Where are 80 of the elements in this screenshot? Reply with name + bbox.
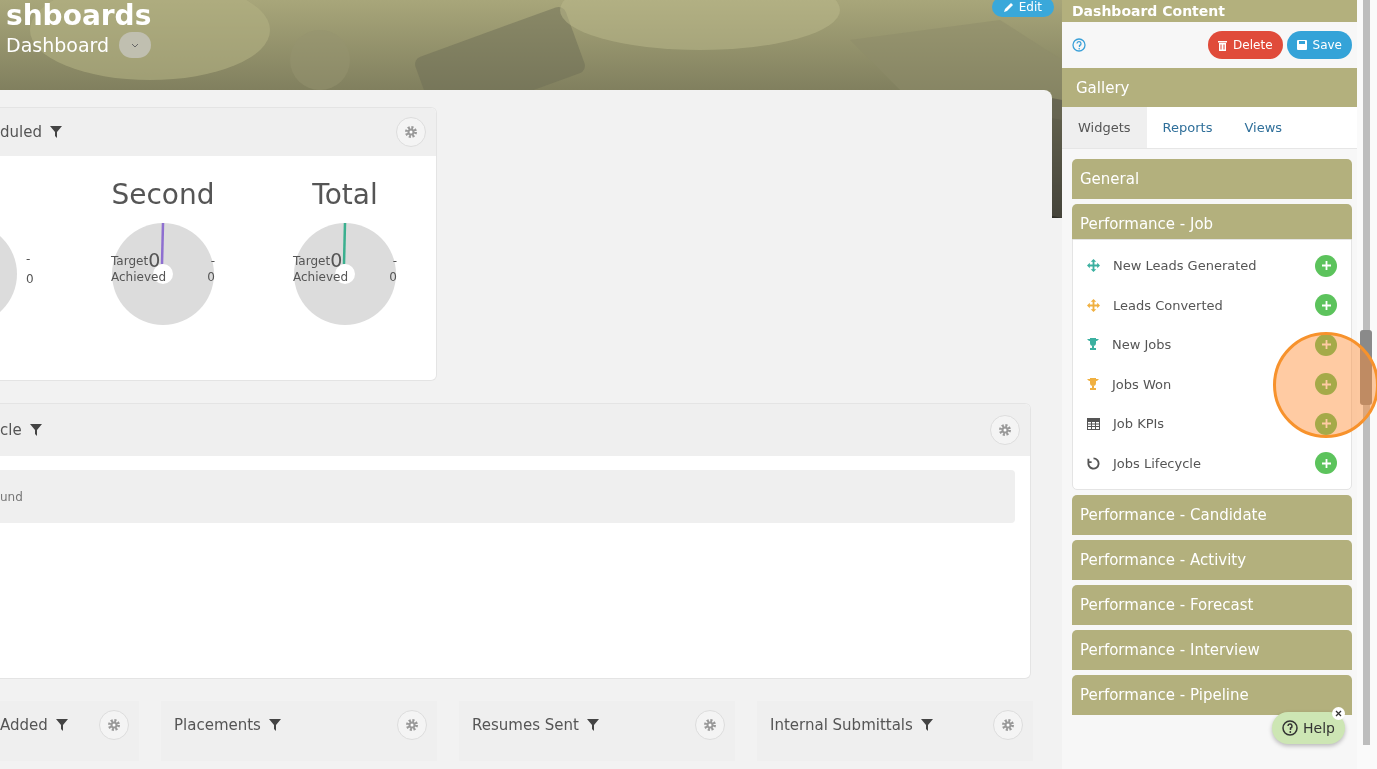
- save-button[interactable]: Save: [1286, 31, 1352, 59]
- target-label: Target: [293, 254, 331, 268]
- settings-button[interactable]: [695, 710, 725, 740]
- widget-name: New Jobs: [1112, 337, 1173, 353]
- accordion-header[interactable]: Performance - Candidate: [1072, 495, 1352, 535]
- settings-button[interactable]: [993, 710, 1023, 740]
- close-icon: [1335, 710, 1342, 717]
- gallery-tab[interactable]: Widgets: [1062, 107, 1147, 148]
- accordion-header[interactable]: Performance - Activity: [1072, 540, 1352, 580]
- gear-icon: [703, 718, 717, 732]
- widget-title: Internal Submittals: [770, 716, 913, 734]
- dashboard-name: Dashboard: [6, 34, 110, 56]
- delete-button[interactable]: Delete: [1208, 31, 1283, 59]
- filter-icon[interactable]: [920, 719, 933, 731]
- gear-icon: [405, 718, 419, 732]
- target-label: Target: [111, 254, 149, 268]
- widget-title: Added: [0, 716, 48, 734]
- gear-icon: [1001, 718, 1015, 732]
- achieved-label: Achieved: [111, 270, 168, 284]
- settings-button[interactable]: [396, 117, 426, 147]
- widget-name: New Leads Generated: [1113, 258, 1258, 274]
- help-icon: [1282, 720, 1298, 736]
- plus-icon: [1321, 261, 1331, 271]
- caret-icon: [131, 42, 140, 48]
- filter-icon[interactable]: [29, 424, 42, 436]
- gauge-value: 0: [330, 252, 344, 268]
- plus-icon: [1321, 340, 1331, 350]
- scrollbar[interactable]: [1357, 0, 1377, 769]
- add-button[interactable]: [1315, 373, 1337, 396]
- plus-icon: [1321, 419, 1331, 429]
- filter-icon[interactable]: [268, 719, 281, 731]
- panel-title: Dashboard Content: [1072, 3, 1225, 19]
- gear-icon: [998, 423, 1012, 437]
- help-button[interactable]: Help: [1272, 712, 1345, 744]
- accordion-header[interactable]: Performance - Interview: [1072, 630, 1352, 670]
- gauge-title: Total: [312, 178, 378, 213]
- widget-title: duled: [0, 123, 42, 141]
- widget-name: Job KPIs: [1113, 416, 1166, 432]
- widget-name: Leads Converted: [1113, 297, 1224, 313]
- settings-button[interactable]: [397, 710, 427, 740]
- plus-icon: [1321, 379, 1331, 389]
- add-button[interactable]: [1315, 412, 1337, 435]
- trash-icon: [1218, 39, 1228, 51]
- target-value: -: [391, 254, 397, 268]
- filter-icon[interactable]: [55, 719, 68, 731]
- accordion-header[interactable]: General: [1072, 159, 1352, 199]
- page-title: shboards: [6, 0, 152, 32]
- settings-button[interactable]: [990, 415, 1020, 445]
- add-button[interactable]: [1315, 294, 1337, 317]
- achieved-value: 0: [207, 270, 215, 284]
- achieved-label: Achieved: [293, 270, 350, 284]
- gauge-value: 0: [148, 252, 162, 268]
- plus-icon: [1321, 300, 1331, 310]
- gear-icon: [404, 125, 418, 139]
- target-value: -: [209, 254, 215, 268]
- gear-icon: [107, 718, 121, 732]
- achieved-value: 0: [389, 270, 397, 284]
- filter-icon[interactable]: [49, 126, 62, 138]
- widget-title: cle: [0, 421, 22, 439]
- widget-name: Jobs Lifecycle: [1113, 455, 1202, 471]
- edit-button[interactable]: Edit: [991, 0, 1054, 17]
- gallery-title: Gallery: [1076, 78, 1130, 97]
- widget-title: Resumes Sent: [472, 716, 579, 734]
- widget-title: Placements: [174, 716, 261, 734]
- accordion-header[interactable]: Performance - Forecast: [1072, 585, 1352, 625]
- gauge-title: Second: [111, 178, 215, 213]
- achieved-value: 0: [26, 272, 34, 286]
- filter-icon[interactable]: [586, 719, 599, 731]
- target-value: -: [26, 252, 31, 266]
- help-icon[interactable]: [1072, 38, 1086, 52]
- add-button[interactable]: [1315, 333, 1337, 356]
- pencil-icon: [1003, 2, 1014, 12]
- empty-message: und: [0, 470, 1015, 523]
- widget-name: Jobs Won: [1112, 376, 1173, 392]
- settings-button[interactable]: [99, 710, 129, 740]
- accordion-header[interactable]: Performance - Pipeline: [1072, 675, 1352, 715]
- add-button[interactable]: [1315, 452, 1337, 475]
- plus-icon: [1321, 458, 1331, 468]
- add-button[interactable]: [1315, 254, 1337, 277]
- save-icon: [1296, 40, 1307, 50]
